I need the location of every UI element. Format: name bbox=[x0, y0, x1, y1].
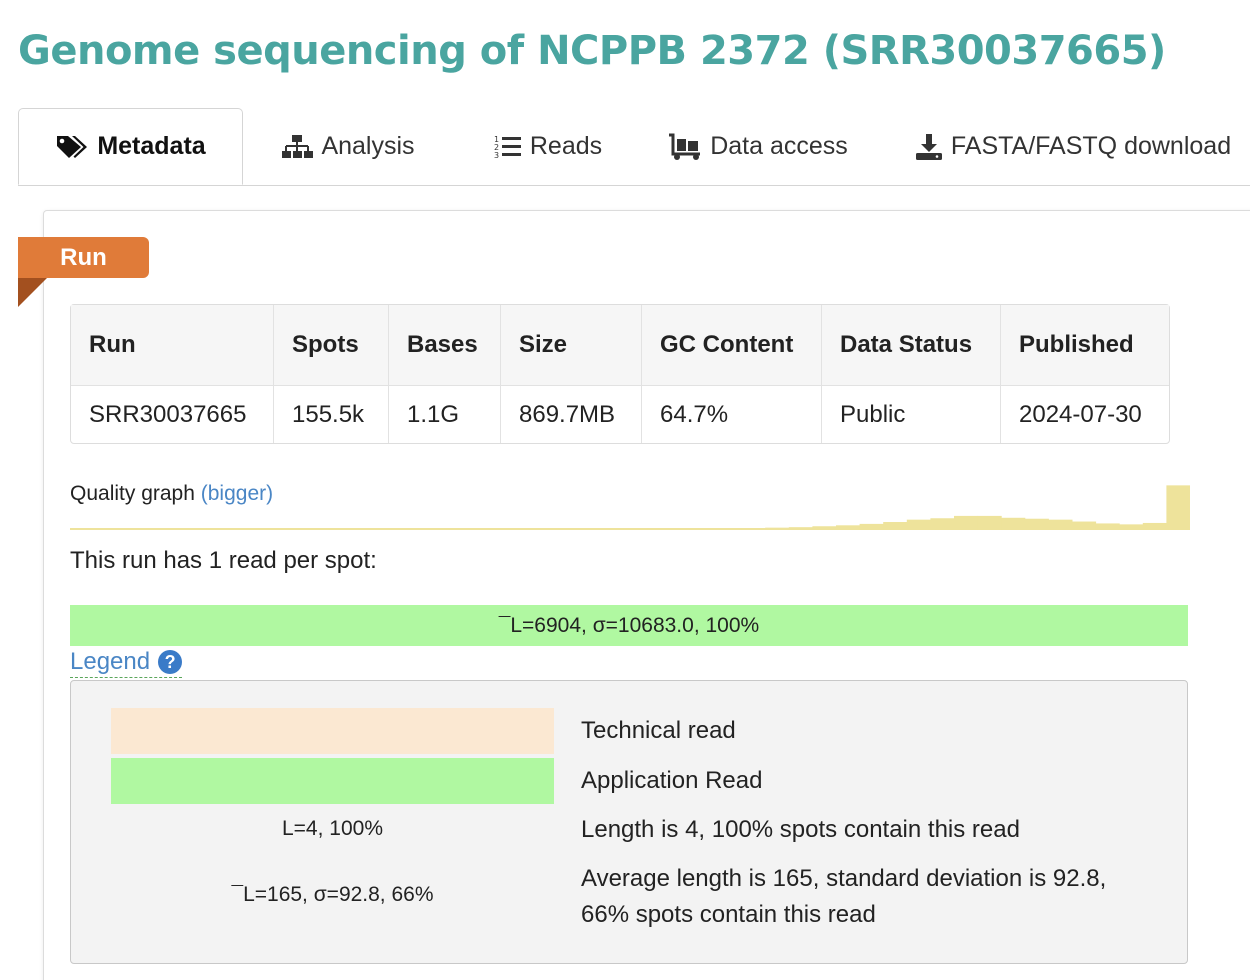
tab-fasta-download[interactable]: FASTA/FASTQ download bbox=[908, 108, 1238, 185]
table-header-row: Run Spots Bases Size GC Content Data Sta… bbox=[71, 305, 1169, 386]
technical-read-swatch bbox=[111, 708, 554, 754]
run-badge: Run bbox=[18, 237, 149, 278]
quality-bar bbox=[670, 528, 695, 530]
column-header: Spots bbox=[274, 305, 389, 386]
table-cell: SRR30037665 bbox=[71, 386, 274, 443]
quality-bar bbox=[1095, 523, 1120, 530]
list-ol-icon: 1 2 3 bbox=[494, 134, 522, 160]
quality-bar bbox=[741, 528, 766, 530]
quality-graph-title: Quality graph bbox=[70, 482, 195, 505]
quality-bar bbox=[883, 522, 908, 530]
table-cell: 64.7% bbox=[642, 386, 822, 443]
quality-bar bbox=[1166, 485, 1190, 530]
tab-reads[interactable]: 1 2 3 Reads bbox=[473, 108, 623, 185]
application-read-bar: ¯L=6904, σ=10683.0, 100% bbox=[70, 605, 1188, 646]
example-variable-read-desc-line1: Average length is 165, standard deviatio… bbox=[581, 865, 1107, 892]
table-cell: 2024-07-30 bbox=[1019, 400, 1142, 428]
quality-bar bbox=[718, 528, 743, 530]
table-cell: 869.7MB bbox=[501, 386, 642, 443]
tab-label: Metadata bbox=[97, 132, 206, 160]
quality-bar bbox=[788, 527, 813, 530]
tags-icon bbox=[55, 134, 89, 160]
quality-bar bbox=[647, 528, 672, 530]
quality-bar bbox=[1001, 517, 1026, 530]
quality-bar bbox=[859, 523, 884, 530]
column-header: Published bbox=[1001, 305, 1169, 386]
table-cell: 155.5k bbox=[274, 386, 389, 443]
quality-bar bbox=[836, 525, 861, 530]
table-cell: Public bbox=[822, 386, 1001, 443]
sitemap-icon bbox=[281, 134, 314, 160]
tab-analysis[interactable]: Analysis bbox=[263, 108, 433, 185]
tab-data-access[interactable]: Data access bbox=[658, 108, 858, 185]
quality-bar bbox=[977, 515, 1002, 530]
application-read-label: Application Read bbox=[581, 767, 763, 794]
table-row: SRR30037665 155.5k 1.1G 869.7MB 64.7% Pu… bbox=[71, 386, 1169, 443]
quality-bar bbox=[600, 528, 625, 530]
quality-bar bbox=[1048, 519, 1073, 530]
quality-graph-label: Quality graph (bigger) bbox=[70, 482, 273, 506]
legend-box: Technical read Application Read L=4, 100… bbox=[70, 680, 1188, 964]
quality-bar bbox=[930, 518, 955, 530]
tab-bar: Metadata Analysis 1 2 3 Reads Data acces… bbox=[18, 108, 1250, 186]
quality-bar bbox=[1024, 518, 1049, 530]
legend-link-text: Legend bbox=[70, 648, 151, 675]
example-variable-read-label: ¯L=165, σ=92.8, 66% bbox=[231, 883, 434, 906]
quality-bar bbox=[694, 528, 719, 530]
reads-summary: This run has 1 read per spot: bbox=[70, 547, 377, 574]
table-cell: 1.1G bbox=[389, 386, 501, 443]
quality-bar bbox=[1072, 521, 1097, 530]
run-badge-fold bbox=[18, 278, 47, 307]
page-title: Genome sequencing of NCPPB 2372 (SRR3003… bbox=[18, 28, 1166, 74]
quality-bar bbox=[765, 527, 790, 530]
tab-label: Data access bbox=[710, 132, 848, 160]
svg-text:3: 3 bbox=[494, 151, 499, 160]
run-table: Run Spots Bases Size GC Content Data Sta… bbox=[70, 304, 1170, 444]
read-bar-label: ¯L=6904, σ=10683.0, 100% bbox=[498, 613, 760, 637]
bigger-link[interactable]: (bigger) bbox=[201, 482, 273, 505]
quality-bar bbox=[954, 515, 979, 530]
download-icon bbox=[915, 133, 943, 161]
tab-metadata[interactable]: Metadata bbox=[18, 108, 243, 185]
quality-bar bbox=[1142, 522, 1167, 530]
tab-label: Analysis bbox=[321, 132, 415, 160]
tab-label: FASTA/FASTQ download bbox=[950, 132, 1232, 160]
column-header: Size bbox=[501, 305, 642, 386]
column-header: Data Status bbox=[822, 305, 1001, 386]
example-fixed-read-label: L=4, 100% bbox=[281, 817, 383, 840]
quality-bar bbox=[812, 526, 837, 530]
column-header: Bases bbox=[389, 305, 501, 386]
column-header: Run bbox=[71, 305, 274, 386]
application-read-swatch bbox=[111, 758, 554, 804]
legend-toggle[interactable]: Legend ? bbox=[70, 648, 183, 678]
quality-bar bbox=[1119, 524, 1144, 530]
technical-read-label: Technical read bbox=[581, 717, 736, 744]
column-header: GC Content bbox=[642, 305, 822, 386]
tab-label: Reads bbox=[529, 132, 603, 160]
example-variable-read-desc: Average length is 165, standard deviatio… bbox=[581, 861, 1106, 933]
example-variable-read-desc-line2: 66% spots contain this read bbox=[581, 901, 876, 928]
page: Genome sequencing of NCPPB 2372 (SRR3003… bbox=[0, 0, 1250, 980]
dolly-icon bbox=[668, 133, 702, 161]
question-circle-icon: ? bbox=[158, 650, 183, 674]
quality-bar bbox=[906, 519, 931, 530]
quality-bar bbox=[623, 528, 648, 530]
example-fixed-read-desc: Length is 4, 100% spots contain this rea… bbox=[581, 816, 1020, 843]
